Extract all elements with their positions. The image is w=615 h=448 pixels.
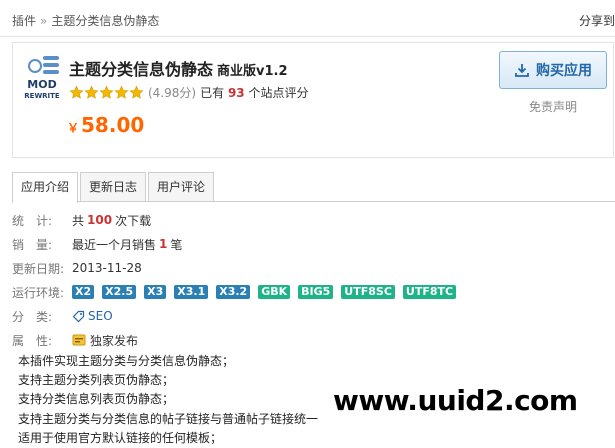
- price-currency: ￥: [67, 121, 80, 135]
- downloads-prefix: 共: [72, 213, 85, 228]
- breadcrumb: 插件 » 主题分类信息伪静态: [12, 12, 159, 29]
- rating-score: (4.98分): [148, 86, 197, 100]
- description-line: 支持分类信息列表页伪静态；: [18, 392, 175, 407]
- sales-suffix: 笔: [170, 237, 183, 252]
- breadcrumb-root-link[interactable]: 插件: [12, 14, 36, 28]
- sales-label: 销 量:: [12, 237, 53, 252]
- description-line: 支持主题分类列表页伪静态；: [18, 373, 175, 388]
- sites-rated: 已有 93 个站点评分: [200, 84, 308, 101]
- info-row-updated: 更新日期: 2013-11-28: [12, 256, 464, 280]
- env-badge-x2[interactable]: X2: [72, 285, 95, 299]
- watermark-text: www.uuid2.com: [333, 384, 578, 417]
- plugin-title: 主题分类信息伪静态 商业版v1.2: [69, 56, 288, 80]
- star-icon: [69, 85, 84, 99]
- sites-suffix: 个站点评分: [248, 86, 309, 100]
- sales-count: 1: [159, 237, 168, 251]
- star-icon: [129, 85, 144, 99]
- env-badges: X2 X2.5 X3 X3.1 X3.2 GBK BIG5 UTF8SC UTF…: [72, 285, 464, 299]
- env-badge-x2-5[interactable]: X2.5: [102, 285, 137, 299]
- star-icon: [99, 85, 114, 99]
- buy-app-label: 购买应用: [536, 63, 592, 79]
- plugin-name: 主题分类信息伪静态: [69, 60, 214, 79]
- info-row-downloads: 统 计: 共 100 次下载: [12, 208, 464, 232]
- sites-prefix: 已有: [200, 86, 225, 100]
- env-badge-x3-1[interactable]: X3.1: [174, 285, 209, 299]
- info-row-property: 属 性: 独家发布: [12, 328, 464, 352]
- exclusive-icon: [72, 334, 86, 346]
- share-label[interactable]: 分享到: [579, 12, 615, 29]
- charset-badge-gbk[interactable]: GBK: [258, 285, 291, 299]
- price-value: 58.00: [81, 113, 145, 137]
- rating-stars: [69, 85, 144, 100]
- logo-text-rewrite: REWRITE: [24, 92, 60, 100]
- buy-app-button[interactable]: 购买应用: [499, 51, 607, 89]
- logo-text-mod: MOD: [27, 78, 56, 91]
- updated-value: 2013-11-28: [72, 261, 142, 275]
- info-row-env: 运行环境: X2 X2.5 X3 X3.1 X3.2 GBK BIG5 UTF8…: [12, 280, 464, 304]
- tag-icon: [72, 310, 85, 322]
- tab-bar: 应用介绍 更新日志 用户评论: [12, 172, 216, 203]
- star-icon: [114, 85, 129, 99]
- tab-changelog[interactable]: 更新日志: [80, 172, 147, 202]
- price: ￥ 58.00: [67, 113, 144, 137]
- info-row-sales: 销 量: 最近一个月销售 1 笔: [12, 232, 464, 256]
- property-text: 独家发布: [90, 333, 139, 348]
- property-value: 独家发布: [72, 332, 138, 349]
- mod-rewrite-logo-icon: MOD REWRITE: [24, 56, 60, 100]
- tab-app-intro[interactable]: 应用介绍: [12, 172, 79, 203]
- env-label: 运行环境:: [12, 285, 65, 300]
- star-icon: [84, 85, 99, 99]
- plugin-description: 本插件实现主题分类与分类信息伪静态； 支持主题分类列表页伪静态； 支持分类信息列…: [18, 352, 318, 448]
- charset-badge-utf8tc[interactable]: UTF8TC: [402, 285, 457, 299]
- env-badge-x3-2[interactable]: X3.2: [216, 285, 251, 299]
- property-label: 属 性:: [12, 333, 53, 348]
- category-label: 分 类:: [12, 309, 53, 324]
- charset-badge-big5[interactable]: BIG5: [298, 285, 334, 299]
- info-row-category: 分 类: SEO: [12, 304, 464, 328]
- description-line: 适用于使用官方默认链接的任何模板；: [18, 430, 223, 445]
- category-link[interactable]: SEO: [72, 309, 113, 323]
- breadcrumb-separator: »: [40, 14, 48, 28]
- downloads-label: 统 计:: [12, 213, 53, 228]
- download-icon: [515, 64, 529, 77]
- breadcrumb-current-link[interactable]: 主题分类信息伪静态: [51, 14, 159, 28]
- description-line: 支持主题分类与分类信息的帖子链接与普通帖子链接统一: [18, 411, 319, 426]
- disclaimer-link[interactable]: 免责声明: [529, 98, 577, 115]
- sales-prefix: 最近一个月销售: [72, 237, 157, 252]
- rating-row: (4.98分) 已有 93 个站点评分: [69, 84, 308, 101]
- charset-badge-utf8sc[interactable]: UTF8SC: [341, 285, 395, 299]
- downloads-suffix: 次下载: [115, 213, 152, 228]
- env-badge-x3[interactable]: X3: [144, 285, 167, 299]
- category-value: SEO: [88, 309, 113, 323]
- sales-value: 最近一个月销售 1 笔: [72, 236, 182, 253]
- header-divider: [0, 36, 615, 37]
- plugin-edition: 商业版v1.2: [217, 64, 288, 79]
- tab-divider: [12, 201, 615, 202]
- downloads-count: 100: [87, 213, 113, 227]
- plugin-card: MOD REWRITE 主题分类信息伪静态 商业版v1.2 (4.98分) 已有 …: [12, 42, 614, 158]
- description-line: 本插件实现主题分类与分类信息伪静态；: [18, 354, 235, 368]
- downloads-value: 共 100 次下载: [72, 212, 151, 229]
- plugin-info: 统 计: 共 100 次下载 销 量: 最近一个月销售 1 笔 更新日期: 2013-1…: [12, 208, 464, 352]
- updated-label: 更新日期:: [12, 261, 65, 276]
- sites-count: 93: [227, 86, 245, 100]
- tab-user-reviews[interactable]: 用户评论: [148, 172, 215, 202]
